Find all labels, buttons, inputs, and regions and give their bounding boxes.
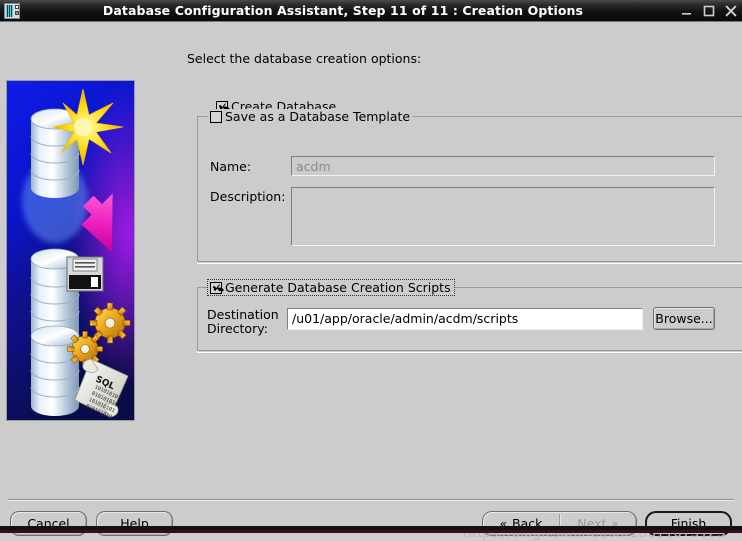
save-as-template-label: Save as a Database Template [225,109,411,124]
maximize-icon [703,5,715,16]
template-description-label: Description: [210,189,286,204]
close-button[interactable] [720,0,742,22]
template-name-input[interactable]: acdm [291,156,715,176]
generate-scripts-label: Generate Database Creation Scripts [225,280,451,295]
maximize-button[interactable] [698,0,720,22]
close-icon [725,5,737,16]
template-description-input[interactable] [291,187,715,246]
options-panel: Select the database creation options: ✓ … [150,22,742,533]
browse-button[interactable]: Browse... [653,307,715,330]
instruction-text: Select the database creation options: [187,51,422,66]
save-as-template-checkbox[interactable]: Save as a Database Template [208,109,414,124]
footer-separator [8,499,734,501]
database-creation-illustration: SQL 101010101 010101010 101010101 010101… [7,81,134,420]
checkbox-box-unchecked [210,110,222,123]
minimize-button[interactable] [676,0,698,22]
database-assistant-icon [4,2,20,19]
destination-directory-input[interactable]: /u01/app/oracle/admin/acdm/scripts [287,308,643,330]
template-name-label: Name: [210,159,252,174]
title-bar: Database Configuration Assistant, Step 1… [0,0,742,22]
minimize-icon [682,12,691,15]
destination-directory-label-line2: Directory: [207,321,268,336]
destination-directory-label-line1: Destination [207,307,279,322]
illustration-graphic: SQL 101010101 010101010 101010101 010101… [7,81,134,420]
floppy-disk-icon [66,256,104,292]
window-title: Database Configuration Assistant, Step 1… [102,3,584,18]
checkbox-box-checked: ✓ [210,280,223,295]
generate-scripts-checkbox[interactable]: ✓ Generate Database Creation Scripts [207,279,455,296]
dialog-window: Database Configuration Assistant, Step 1… [0,0,742,541]
dialog-content: SQL 101010101 010101010 101010101 010101… [0,22,742,541]
